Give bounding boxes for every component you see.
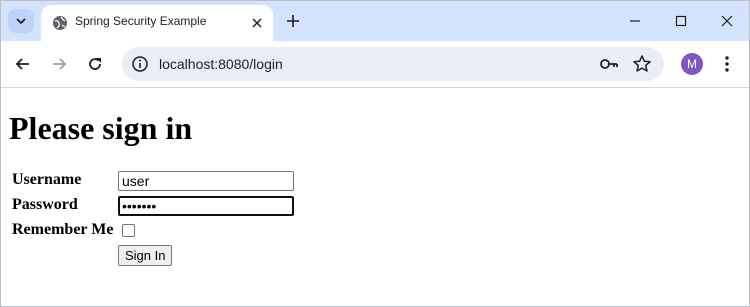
address-bar[interactable]: localhost:8080/login	[122, 47, 664, 81]
username-label: Username	[12, 171, 82, 188]
close-tab-icon[interactable]	[249, 15, 265, 31]
site-info-icon[interactable]	[131, 55, 149, 73]
bookmark-star-icon[interactable]	[632, 54, 652, 74]
forward-arrow-icon[interactable]	[49, 54, 69, 74]
globe-icon	[53, 16, 67, 30]
tab-search-button[interactable]	[8, 9, 34, 33]
password-key-icon[interactable]	[599, 55, 619, 73]
active-tab[interactable]: Spring Security Example	[41, 5, 273, 41]
username-input[interactable]: user	[118, 171, 294, 191]
tab-title: Spring Security Example	[75, 14, 207, 28]
remember-me-label: Remember Me	[12, 221, 114, 238]
reload-icon[interactable]	[85, 54, 105, 74]
page-content: Please sign in Username user Password ••…	[1, 88, 749, 306]
sign-in-button[interactable]: Sign In	[118, 245, 173, 266]
back-arrow-icon[interactable]	[13, 54, 33, 74]
password-input[interactable]: •••••••	[118, 196, 294, 216]
url-text[interactable]: localhost:8080/login	[159, 56, 283, 72]
tab-strip: Spring Security Example	[1, 1, 749, 41]
maximize-icon[interactable]	[672, 12, 690, 30]
password-label: Password	[12, 196, 78, 213]
browser-toolbar: localhost:8080/login M	[1, 41, 749, 88]
close-window-icon[interactable]	[718, 12, 736, 30]
chevron-down-icon	[16, 18, 26, 25]
minimize-icon[interactable]	[626, 12, 644, 30]
new-tab-icon[interactable]	[284, 12, 302, 30]
remember-me-checkbox[interactable]	[122, 224, 135, 237]
profile-avatar[interactable]: M	[681, 53, 703, 75]
more-menu-icon[interactable]	[718, 54, 736, 74]
browser-window: Spring Security Example localhost:8080/l…	[0, 0, 750, 307]
page-title: Please sign in	[9, 110, 193, 146]
